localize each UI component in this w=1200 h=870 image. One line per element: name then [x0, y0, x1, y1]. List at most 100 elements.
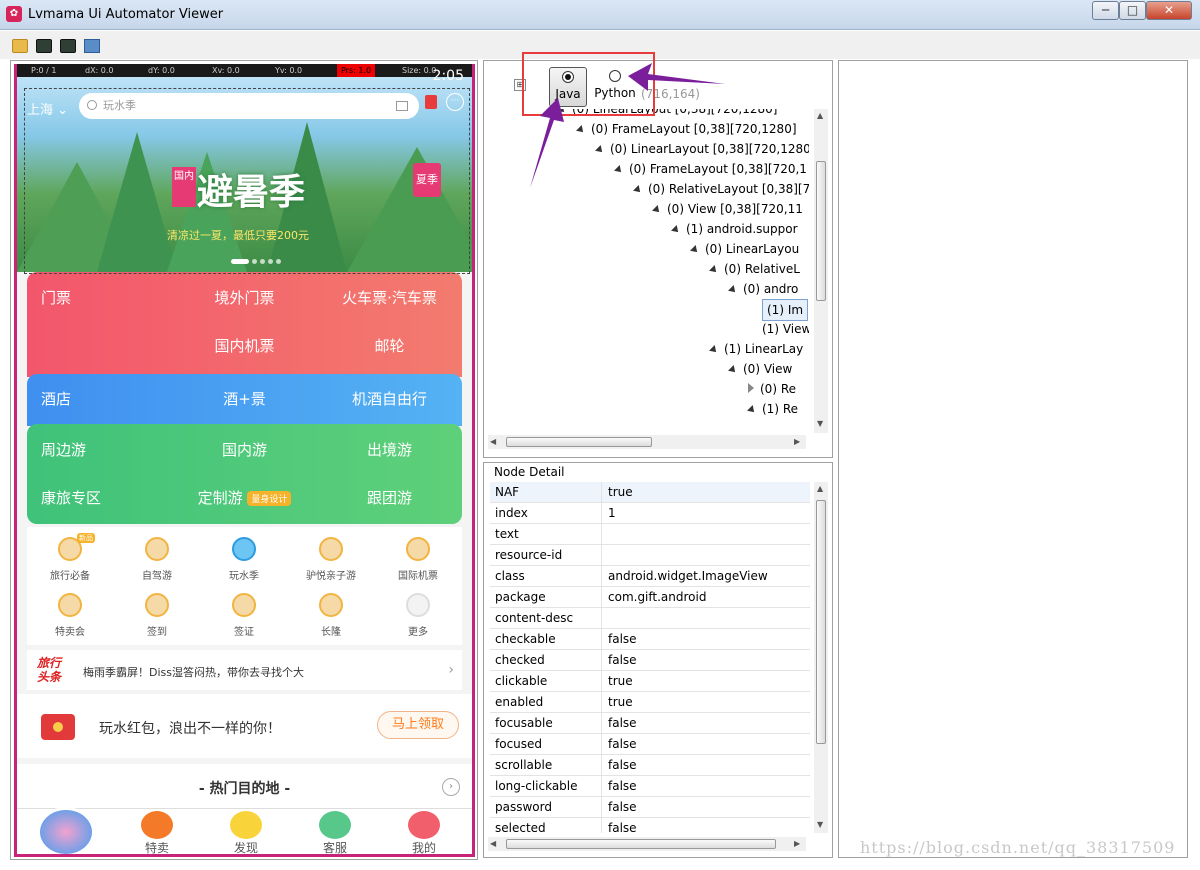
- tree-node[interactable]: (0) LinearLayout [0,38][720,1280]: [557, 109, 777, 119]
- expanded-arrow-icon[interactable]: [709, 265, 719, 275]
- claim-button[interactable]: 马上领取: [377, 711, 459, 739]
- expanded-arrow-icon[interactable]: [728, 365, 738, 375]
- close-button[interactable]: ✕: [1146, 1, 1192, 20]
- home-mascot-icon[interactable]: [37, 807, 95, 857]
- detail-row[interactable]: package com.gift.android: [490, 587, 810, 608]
- open-folder-icon[interactable]: [12, 39, 28, 53]
- grid-domestic-flight[interactable]: 国内机票: [172, 335, 317, 356]
- tab-service[interactable]: 客服: [300, 811, 370, 856]
- self-drive-item[interactable]: 自驾游: [114, 537, 200, 582]
- tab-me[interactable]: 我的: [389, 811, 459, 856]
- grid-overseas-tickets[interactable]: 境外门票: [172, 287, 317, 308]
- search-input[interactable]: 玩水季: [79, 93, 419, 119]
- detail-row[interactable]: focused false: [490, 734, 810, 755]
- expanded-arrow-icon[interactable]: [671, 225, 681, 235]
- detail-row[interactable]: long-clickable false: [490, 776, 810, 797]
- detail-row[interactable]: scrollable false: [490, 755, 810, 776]
- detail-horizontal-scrollbar[interactable]: ◀ ▶: [488, 837, 806, 851]
- detail-row[interactable]: clickable true: [490, 671, 810, 692]
- expanded-arrow-icon[interactable]: [633, 185, 643, 195]
- detail-row[interactable]: focusable false: [490, 713, 810, 734]
- device-screenshot-compressed-icon[interactable]: [60, 39, 76, 53]
- chimelong-item[interactable]: 长隆: [288, 593, 374, 638]
- grid-health-tour[interactable]: 康旅专区: [27, 487, 172, 508]
- expanded-arrow-icon[interactable]: [595, 145, 605, 155]
- collapsed-arrow-icon[interactable]: [748, 383, 754, 393]
- tree-node[interactable]: (0) LinearLayout [0,38][720,1280]: [595, 139, 809, 159]
- save-icon[interactable]: [84, 39, 100, 53]
- python-radio[interactable]: Python: [590, 67, 640, 107]
- grid-hotel[interactable]: 酒店: [27, 388, 172, 409]
- tree-node[interactable]: (0) LinearLayou: [690, 239, 799, 259]
- tab-discover[interactable]: 发现: [211, 811, 281, 856]
- device-screenshot-icon[interactable]: [36, 39, 52, 53]
- expanded-arrow-icon[interactable]: [652, 205, 662, 215]
- detail-row[interactable]: content-desc: [490, 608, 810, 629]
- tree-node[interactable]: (1) android.suppor: [671, 219, 798, 239]
- detail-row[interactable]: checkable false: [490, 629, 810, 650]
- tree-node[interactable]: (0) Re: [748, 379, 796, 399]
- grid-cruise[interactable]: 邮轮: [317, 335, 462, 356]
- grid-group-tour[interactable]: 跟团游: [317, 487, 462, 508]
- grid-train-bus[interactable]: 火车票·汽车票: [317, 287, 462, 308]
- tree-horizontal-scrollbar[interactable]: ◀ ▶: [488, 435, 806, 449]
- expanded-arrow-icon[interactable]: [614, 165, 624, 175]
- minimize-button[interactable]: ─: [1092, 1, 1119, 20]
- tree-node[interactable]: (1) LinearLay: [709, 339, 803, 359]
- expanded-arrow-icon[interactable]: [728, 285, 738, 295]
- grid-tickets[interactable]: 门票: [27, 287, 172, 308]
- detail-row[interactable]: text: [490, 524, 810, 545]
- hierarchy-tree[interactable]: (0) LinearLayout [0,38][720,1280] (0) Fra…: [484, 109, 809, 433]
- tree-node[interactable]: (0) andro: [728, 279, 798, 299]
- grid-flight-hotel[interactable]: 机酒自由行: [317, 388, 462, 409]
- detail-row[interactable]: resource-id: [490, 545, 810, 566]
- grid-hotel-scenic[interactable]: 酒+景: [172, 388, 317, 409]
- tree-node[interactable]: (0) RelativeL: [709, 259, 800, 279]
- travel-essentials-item[interactable]: 旅行必备 新品: [27, 533, 113, 582]
- detail-row[interactable]: enabled true: [490, 692, 810, 713]
- city-selector[interactable]: 上海 ⌄: [27, 99, 68, 118]
- tree-node[interactable]: (0) View [0,38][720,11: [652, 199, 803, 219]
- hero-banner[interactable]: 上海 ⌄ 玩水季 ··· 国内 避暑季 清凉过一夏，最低只要200元 夏季: [17, 77, 472, 272]
- expanded-arrow-icon[interactable]: [709, 345, 719, 355]
- message-icon[interactable]: ···: [446, 93, 464, 111]
- tree-node[interactable]: (0) FrameLayout [0,38][720,1: [614, 159, 807, 179]
- tree-vertical-scrollbar[interactable]: ▲ ▼: [814, 109, 828, 433]
- more-item[interactable]: 更多: [375, 593, 461, 638]
- travel-headline[interactable]: 旅行 头条 梅雨季霸屏！Diss湿答闷热，带你去寻找个大 ›: [27, 650, 462, 690]
- check-in-item[interactable]: 签到: [114, 593, 200, 638]
- detail-row[interactable]: checked false: [490, 650, 810, 671]
- tree-node[interactable]: (1) Im: [762, 299, 809, 321]
- family-tour-item[interactable]: 驴悦亲子游: [288, 537, 374, 582]
- maximize-button[interactable]: □: [1119, 1, 1146, 20]
- node-detail-table[interactable]: NAF true index 1 text resource-id class android…: [490, 482, 810, 833]
- detail-vertical-scrollbar[interactable]: ▲ ▼: [814, 482, 828, 833]
- detail-row[interactable]: password false: [490, 797, 810, 818]
- chevron-right-icon[interactable]: ›: [442, 778, 460, 796]
- expanded-arrow-icon[interactable]: [576, 125, 586, 135]
- visa-item[interactable]: 签证: [201, 593, 287, 638]
- tree-node[interactable]: (1) Re: [747, 399, 798, 419]
- tab-sale[interactable]: 特卖: [122, 811, 192, 856]
- expanded-arrow-icon[interactable]: [747, 405, 757, 415]
- grid-outbound-tour[interactable]: 出境游: [317, 439, 462, 460]
- international-flight-item[interactable]: 国际机票: [375, 537, 461, 582]
- detail-row[interactable]: selected false: [490, 818, 810, 833]
- tree-node[interactable]: (0) RelativeLayout [0,38][7: [633, 179, 809, 199]
- tree-node[interactable]: (0) FrameLayout [0,38][720,1280]: [576, 119, 797, 139]
- detail-row[interactable]: NAF true: [490, 482, 810, 503]
- expanded-arrow-icon[interactable]: [690, 245, 700, 255]
- gift-icon[interactable]: [425, 95, 437, 109]
- grid-nearby-tour[interactable]: 周边游: [27, 439, 172, 460]
- device-screen[interactable]: 上海 ⌄ 玩水季 ··· 国内 避暑季 清凉过一夏，最低只要200元 夏季 P:…: [17, 64, 472, 857]
- water-season-item[interactable]: 玩水季: [201, 537, 287, 582]
- tree-node[interactable]: (1) View: [762, 319, 809, 339]
- expanded-arrow-icon[interactable]: [557, 109, 567, 115]
- flash-sale-item[interactable]: 特卖会: [27, 593, 113, 638]
- tree-node[interactable]: (0) View: [728, 359, 792, 379]
- grid-custom-tour[interactable]: 定制游 量身设计: [172, 487, 317, 508]
- java-radio[interactable]: Java: [549, 67, 587, 107]
- grid-domestic-tour[interactable]: 国内游: [172, 439, 317, 460]
- detail-row[interactable]: index 1: [490, 503, 810, 524]
- detail-row[interactable]: class android.widget.ImageView: [490, 566, 810, 587]
